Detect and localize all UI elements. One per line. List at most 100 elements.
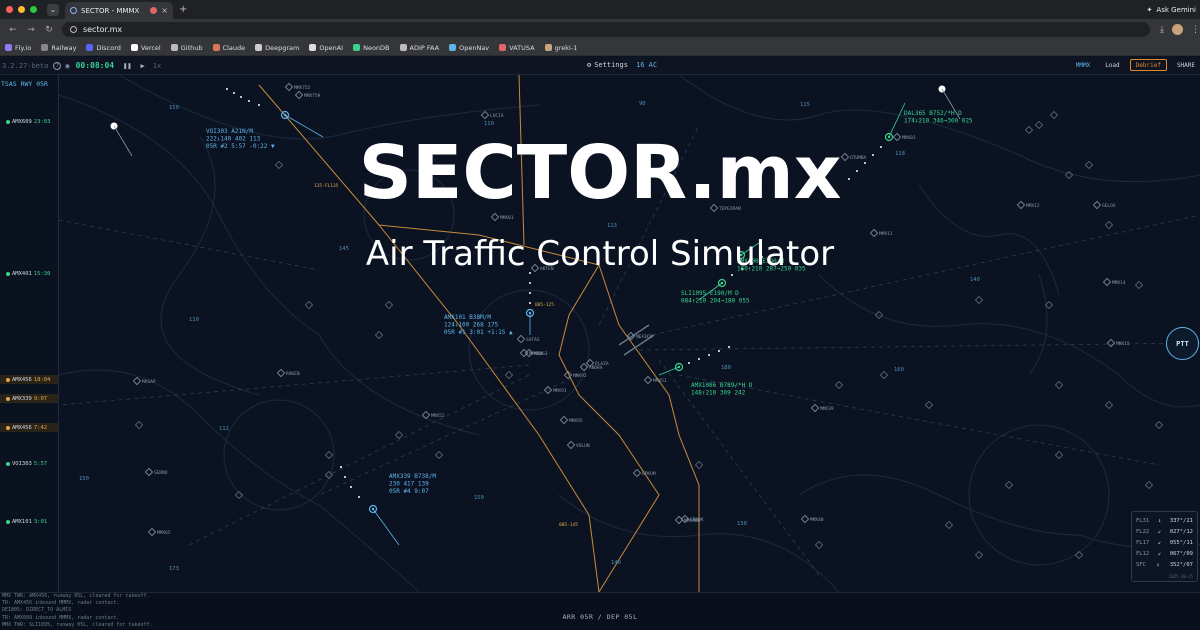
bookmark-railway[interactable]: Railway [41,44,76,52]
fix-marker[interactable]: MMX40 [800,514,824,524]
maximize-window-button[interactable] [30,6,37,13]
fix-marker[interactable]: MMX759 [294,90,321,100]
download-icon[interactable]: ⤓ [1160,25,1164,35]
strip-status-dot [6,377,10,382]
aircraft-target[interactable]: AMX1086 B789/*H D148↑210 309 242 [658,346,753,397]
fix-marker[interactable]: SERNO [144,467,168,477]
site-info-icon[interactable] [69,26,77,33]
back-icon[interactable]: ← [8,25,18,35]
tab-search-button[interactable]: ⌄ [47,3,59,16]
history-dot [226,88,228,90]
fix-label: MMX759 [304,93,321,99]
fix-marker[interactable]: MMX52 [421,410,445,420]
history-dot [248,100,250,102]
fix-marker[interactable]: LUCIA [480,110,504,120]
debrief-button[interactable]: Debrief [1129,59,1167,71]
fix-marker[interactable]: EPKUM [632,468,656,478]
bookmark-adip-faa[interactable]: ADIP FAA [399,44,439,52]
new-tab-button[interactable]: + [179,4,187,15]
fix-marker[interactable]: MMX39 [810,403,834,413]
fix-marker[interactable]: MMX14 [1102,277,1126,287]
reload-icon[interactable]: ↻ [44,25,54,35]
discord-icon[interactable]: ◉ [65,62,69,70]
menu-icon[interactable]: ⋮ [1191,25,1200,35]
bookmark-discord[interactable]: Discord [86,44,121,52]
help-icon[interactable]: ? [53,61,62,70]
airport-selector[interactable]: MMMX [1071,59,1095,71]
bookmark-openai[interactable]: OpenAI [309,44,343,52]
history-dot [340,466,342,468]
fix-marker[interactable]: MMX91 [543,385,567,395]
fix-diamond-icon [519,348,529,358]
pause-icon[interactable]: ❚❚ [123,62,131,70]
hero-subtitle: Air Traffic Control Simulator [365,234,835,274]
bookmark-fly-io[interactable]: Fly.io [5,44,31,52]
bookmark-neondb[interactable]: NeonDB [353,43,390,52]
waypoint-icon [1049,110,1059,120]
comms-log: MMX TWR: AMX456, runway 05L, cleared for… [2,593,153,629]
bookmark-vatusa[interactable]: VATUSA [499,44,535,52]
fix-label: SERNO [154,470,168,476]
load-button[interactable]: Load [1100,59,1124,71]
flight-strip[interactable]: AMX609 23:03 [0,117,58,126]
hero-title: SECTOR.mx [358,130,842,216]
fix-marker[interactable]: MMX15 [1106,338,1130,348]
strip-callsign: AMX609 [12,118,32,125]
fix-marker[interactable]: VOLUN [566,440,590,450]
push-to-talk-button[interactable]: PTT [1166,327,1199,360]
avatar[interactable] [1172,24,1183,35]
fix-marker[interactable]: SUTAS [516,334,540,344]
fix-marker[interactable]: MMX51 [643,375,667,385]
altitude-label: 115 [800,102,810,108]
flight-strip[interactable]: AMX456 18:04 [0,375,58,384]
bookmark-vercel[interactable]: Vercel [130,44,161,52]
fix-label: MMX92 [573,373,587,379]
forward-icon[interactable]: → [26,25,36,35]
minimize-window-button[interactable] [18,6,25,13]
altitude-label: 180 [721,365,731,371]
settings-button[interactable]: ⚙ Settings [587,61,628,69]
ask-gemini-button[interactable]: ✦ Ask Gemini [1147,6,1196,14]
aircraft-target[interactable]: AMX101 B38M/M124↓100 268 17505R #1 3:01 … [444,272,535,336]
strip-status-dot [6,119,10,124]
fix-marker[interactable]: RAKEN [276,368,300,378]
sim-speed[interactable]: 1x [153,62,161,70]
fix-marker[interactable]: MMX752 [284,82,311,92]
aircraft-center-dot [283,113,287,117]
wind-level: FL17 [1136,539,1150,546]
waypoint-icon [304,300,314,310]
aircraft-target[interactable]: AMX339 B738/M230 417 13905R #4 9:07 [340,466,436,546]
bookmark-claude[interactable]: Claude [212,44,245,52]
strip-callsign: AMX456 [12,424,32,431]
share-button[interactable]: SHARE [1172,59,1200,71]
flight-strip[interactable]: AMX101 3:01 [0,517,58,526]
fix-marker[interactable]: MMX65 [147,527,171,537]
altitude-label: 130 [737,521,747,527]
close-window-button[interactable] [6,6,13,13]
play-icon[interactable]: ▶ [141,62,145,70]
flight-strip[interactable]: VOI303 5:57 [0,459,58,468]
bookmark-opennav[interactable]: OpenNav [449,44,489,52]
fix-marker[interactable]: MMX95 [559,415,583,425]
altitude-label: 112 [219,426,229,432]
bookmark-icon [130,44,138,51]
close-tab-icon[interactable]: × [161,6,168,15]
browser-tab[interactable]: SECTOR - MMMX × [65,2,173,19]
log-line: MMX TWR: AMX456, runway 05L, cleared for… [2,593,150,599]
bookmark-github[interactable]: Github [170,44,203,52]
fix-diamond-icon [643,375,653,385]
app-toolbar: 3.2.27-beta ? ◉ 00:08:04 ❚❚ ▶ 1x ⚙ Setti… [0,57,1200,75]
wind-level: FL12 [1136,550,1150,557]
window-controls [6,6,37,13]
datablock-line2: 124↓100 268 175 [444,322,499,329]
flight-strip[interactable]: AMX456 7:42 [0,423,58,432]
fix-label: MMX39 [820,406,834,412]
datablock-line2: 174↓210 346→300 025 [904,118,973,125]
datablock-line1: AMX339 B738/M [389,473,436,480]
bookmark-label: NeonDB [363,43,390,52]
url-input[interactable]: sector.mx [61,22,1151,37]
bookmark-greki-1[interactable]: greki-1 [544,44,577,52]
strip-time: 7:42 [33,424,48,431]
flight-strip[interactable]: AMX339 9:07 [0,394,58,403]
bookmark-deepgram[interactable]: Deepgram [255,44,299,52]
